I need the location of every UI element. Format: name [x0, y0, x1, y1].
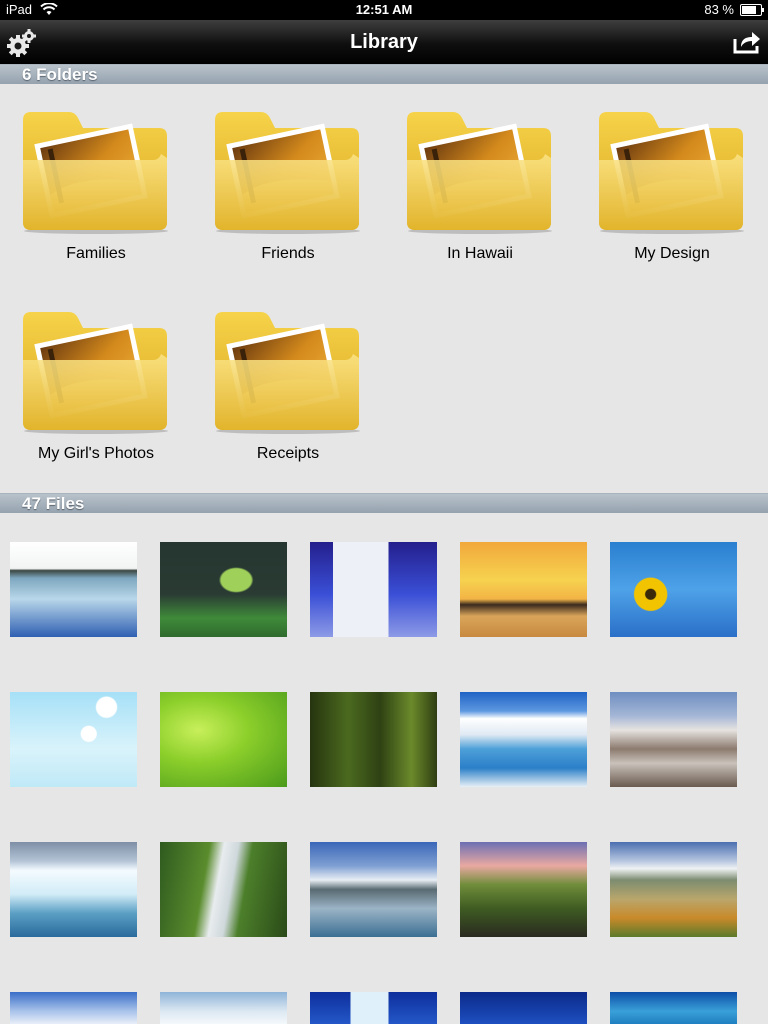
- file-thumbnail[interactable]: [460, 842, 587, 937]
- folder-icon: [215, 312, 360, 434]
- file-thumbnail[interactable]: [310, 842, 437, 937]
- file-thumbnail[interactable]: [10, 992, 137, 1024]
- folder-icon: [23, 112, 168, 234]
- folder-label: Receipts: [256, 445, 320, 462]
- share-icon[interactable]: [732, 29, 762, 55]
- file-thumbnail[interactable]: [10, 842, 137, 937]
- folder-icon: [23, 312, 168, 434]
- folder-icon: [407, 112, 552, 234]
- folder-icon: [599, 112, 744, 234]
- folder-item[interactable]: Families: [11, 110, 181, 280]
- file-thumbnail[interactable]: [160, 842, 287, 937]
- folder-icon: [215, 112, 360, 234]
- folders-section-header: 6 Folders: [0, 64, 768, 84]
- folder-item[interactable]: In Hawaii: [395, 110, 565, 280]
- folder-label: In Hawaii: [447, 245, 513, 262]
- file-thumbnail[interactable]: [310, 992, 437, 1024]
- file-thumbnail[interactable]: [310, 692, 437, 787]
- battery-icon: [740, 4, 764, 16]
- file-thumbnail[interactable]: [610, 542, 737, 637]
- file-thumbnail[interactable]: [610, 842, 737, 937]
- folder-item[interactable]: My Girl's Photos: [11, 310, 181, 480]
- file-thumbnail[interactable]: [460, 542, 587, 637]
- battery-percent: 83 %: [704, 2, 734, 17]
- folder-item[interactable]: Receipts: [203, 310, 373, 480]
- status-bar: iPad 12:51 AM 83 %: [0, 0, 768, 20]
- file-thumbnail[interactable]: [160, 542, 287, 637]
- file-thumbnail[interactable]: [160, 992, 287, 1024]
- page-title: Library: [350, 31, 418, 53]
- file-thumbnail[interactable]: [460, 692, 587, 787]
- folder-label: Families: [66, 245, 126, 262]
- folder-item[interactable]: My Design: [587, 110, 757, 280]
- file-thumbnail[interactable]: [10, 692, 137, 787]
- file-thumbnail[interactable]: [610, 992, 737, 1024]
- folder-label: My Design: [634, 245, 710, 262]
- folder-label: My Girl's Photos: [38, 445, 154, 462]
- folder-item[interactable]: Friends: [203, 110, 373, 280]
- file-thumbnail[interactable]: [460, 992, 587, 1024]
- file-thumbnail[interactable]: [310, 542, 437, 637]
- folder-label: Friends: [261, 245, 315, 262]
- clock: 12:51 AM: [355, 2, 413, 17]
- file-thumbnail[interactable]: [10, 542, 137, 637]
- files-section-header: 47 Files: [0, 493, 768, 513]
- file-thumbnail[interactable]: [160, 692, 287, 787]
- file-thumbnail[interactable]: [610, 692, 737, 787]
- nav-bar: Library: [0, 20, 768, 64]
